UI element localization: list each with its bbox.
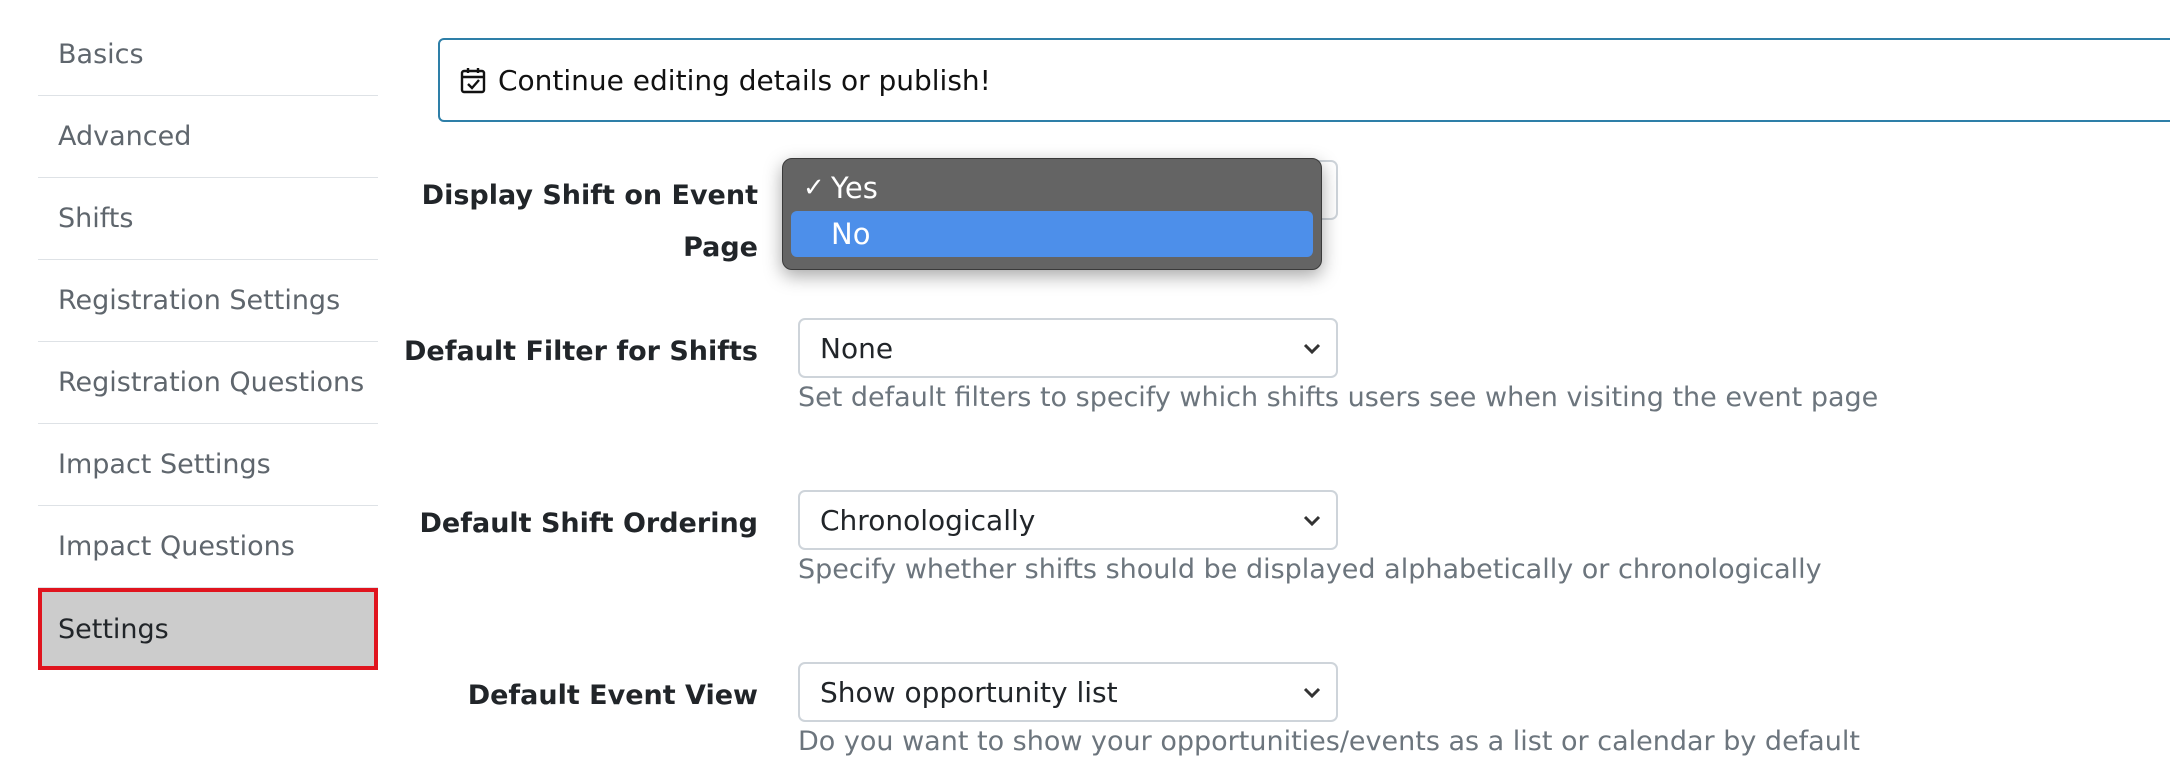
sidebar-item-basics[interactable]: Basics	[38, 14, 378, 96]
default-filter-label: Default Filter for Shifts	[403, 336, 758, 367]
sidebar-item-shifts[interactable]: Shifts	[38, 178, 378, 260]
sidebar-item-label: Registration Settings	[58, 285, 341, 316]
sidebar-item-impact-settings[interactable]: Impact Settings	[38, 424, 378, 506]
default-ordering-select[interactable]: Chronologically	[798, 490, 1338, 550]
option-label: Yes	[831, 171, 878, 205]
sidebar-item-label: Registration Questions	[58, 367, 365, 398]
sidebar-item-registration-questions[interactable]: Registration Questions	[38, 342, 378, 424]
default-view-label: Default Event View	[467, 680, 758, 711]
dropdown-option-yes[interactable]: ✓ Yes	[791, 165, 1313, 211]
default-view-help: Do you want to show your opportunities/e…	[798, 726, 1860, 757]
dropdown-option-no[interactable]: No	[791, 211, 1313, 257]
option-label: No	[831, 217, 871, 251]
default-ordering-label: Default Shift Ordering	[419, 508, 758, 539]
sidebar-item-impact-questions[interactable]: Impact Questions	[38, 506, 378, 588]
select-value: Chronologically	[820, 503, 1036, 537]
select-value: Show opportunity list	[820, 675, 1118, 709]
chevron-down-icon	[1303, 343, 1321, 355]
sidebar-item-advanced[interactable]: Advanced	[38, 96, 378, 178]
display-shift-dropdown-menu: ✓ Yes No	[782, 158, 1322, 270]
sidebar-nav: Basics Advanced Shifts Registration Sett…	[38, 14, 378, 670]
display-shift-label-line1: Display Shift on Event	[421, 180, 758, 211]
sidebar-item-label: Impact Questions	[58, 531, 295, 562]
sidebar-item-label: Impact Settings	[58, 449, 271, 480]
default-ordering-help: Specify whether shifts should be display…	[798, 554, 1822, 585]
chevron-down-icon	[1303, 687, 1321, 699]
event-settings-page: Basics Advanced Shifts Registration Sett…	[0, 0, 2170, 762]
default-filter-help: Set default filters to specify which shi…	[798, 382, 1879, 413]
display-shift-label: Display Shift on Event Page	[422, 170, 758, 274]
publish-alert: Continue editing details or publish!	[438, 38, 2170, 122]
default-filter-select[interactable]: None	[798, 318, 1338, 378]
display-shift-label-line2: Page	[683, 232, 758, 263]
sidebar-item-label: Settings	[58, 613, 169, 645]
sidebar-item-label: Basics	[58, 39, 144, 70]
sidebar-item-label: Shifts	[58, 203, 134, 234]
calendar-check-icon	[460, 66, 486, 94]
select-value: None	[820, 331, 894, 365]
chevron-down-icon	[1303, 515, 1321, 527]
checkmark-icon: ✓	[803, 173, 825, 203]
default-view-select[interactable]: Show opportunity list	[798, 662, 1338, 722]
sidebar-item-settings[interactable]: Settings	[38, 588, 378, 670]
sidebar-item-registration-settings[interactable]: Registration Settings	[38, 260, 378, 342]
sidebar-item-label: Advanced	[58, 121, 192, 152]
alert-text: Continue editing details or publish!	[498, 63, 991, 97]
